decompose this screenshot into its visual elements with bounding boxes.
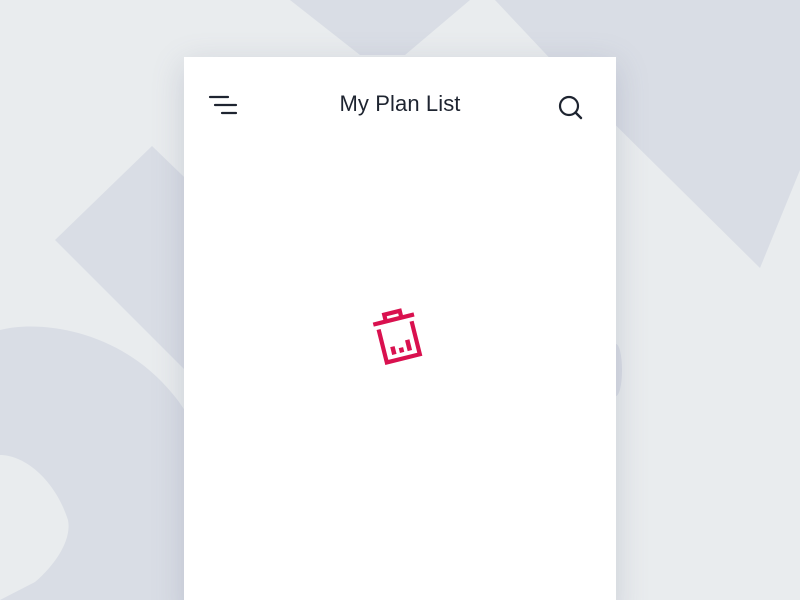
search-icon [558,95,583,120]
app-card: My Plan List [184,57,616,600]
page-title: My Plan List [339,91,461,116]
trash-button[interactable] [368,305,428,369]
plan-list-area [184,153,616,600]
canvas: My Plan List [0,0,800,600]
app-header: My Plan List [184,57,616,153]
trash-icon [372,308,423,366]
search-button[interactable] [554,91,586,123]
